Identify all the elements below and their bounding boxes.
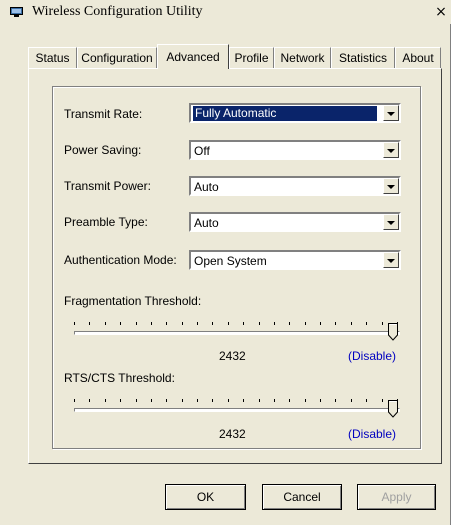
slider-tick [228, 399, 229, 402]
apply-button[interactable]: Apply [357, 484, 436, 510]
slider-tick [212, 399, 213, 402]
power-saving-value: Off [194, 144, 210, 158]
slider-tick [289, 399, 290, 402]
slider-tick [305, 399, 306, 402]
tab-configuration[interactable]: Configuration [77, 47, 157, 68]
tab-about[interactable]: About [395, 47, 441, 68]
rts-cts-slider-thumb[interactable] [388, 400, 398, 418]
rts-cts-slider-ticks [74, 399, 398, 403]
slider-tick [243, 399, 244, 402]
title-bar: Wireless Configuration Utility × [0, 0, 451, 24]
slider-tick [320, 399, 321, 402]
triangle-down-icon [387, 185, 395, 189]
tab-network[interactable]: Network [274, 47, 331, 68]
tab-statistics[interactable]: Statistics [331, 47, 395, 68]
transmit-power-value: Auto [194, 180, 219, 194]
rts-cts-threshold-value: 2432 [219, 427, 246, 441]
fragmentation-threshold-value: 2432 [219, 349, 246, 363]
slider-tick [259, 399, 260, 402]
slider-tick [182, 322, 183, 325]
slider-tick [351, 399, 352, 402]
slider-tick [89, 322, 90, 325]
transmit-power-label: Transmit Power: [64, 179, 151, 193]
preamble-type-value: Auto [194, 216, 219, 230]
slider-tick [120, 322, 121, 325]
slider-tick [366, 399, 367, 402]
slider-tick [335, 322, 336, 325]
slider-tick [89, 399, 90, 402]
slider-tick [136, 399, 137, 402]
slider-tick [136, 322, 137, 325]
slider-tick [228, 322, 229, 325]
slider-tick [366, 322, 367, 325]
authentication-mode-select[interactable]: Open System [189, 250, 401, 270]
slider-tick [151, 322, 152, 325]
triangle-down-icon [387, 149, 395, 153]
slider-tick [197, 322, 198, 325]
fragmentation-threshold-label: Fragmentation Threshold: [64, 294, 202, 308]
slider-tick [351, 322, 352, 325]
slider-tick [105, 399, 106, 402]
triangle-down-icon [387, 221, 395, 225]
slider-tick [212, 322, 213, 325]
network-adapter-icon [10, 7, 23, 17]
fragmentation-slider-thumb[interactable] [388, 323, 398, 341]
transmit-rate-dropdown-button[interactable] [383, 105, 399, 121]
fragmentation-slider-ticks [74, 322, 398, 326]
slider-tick [382, 322, 383, 325]
transmit-rate-value: Fully Automatic [193, 106, 377, 121]
slider-tick [166, 322, 167, 325]
rts-cts-threshold-label: RTS/CTS Threshold: [64, 371, 175, 385]
rts-cts-disable-link[interactable]: (Disable) [348, 427, 396, 441]
slider-tick [74, 399, 75, 402]
slider-tick [120, 399, 121, 402]
authentication-mode-value: Open System [194, 254, 267, 268]
close-button[interactable]: × [432, 3, 450, 21]
slider-tick [105, 322, 106, 325]
rts-cts-slider-track[interactable] [74, 408, 400, 412]
tab-status[interactable]: Status [28, 47, 77, 68]
slider-tick [166, 399, 167, 402]
fragmentation-disable-link[interactable]: (Disable) [348, 349, 396, 363]
slider-tick [274, 322, 275, 325]
triangle-down-icon [387, 259, 395, 263]
slider-tick [197, 399, 198, 402]
power-saving-dropdown-button[interactable] [383, 142, 399, 158]
slider-tick [289, 322, 290, 325]
triangle-down-icon [387, 112, 395, 116]
preamble-type-dropdown-button[interactable] [383, 214, 399, 230]
preamble-type-select[interactable]: Auto [189, 212, 401, 232]
slider-tick [182, 399, 183, 402]
fragmentation-slider-track[interactable] [74, 331, 400, 335]
authentication-mode-dropdown-button[interactable] [383, 252, 399, 268]
tab-profile[interactable]: Profile [229, 47, 274, 68]
transmit-rate-select[interactable]: Fully Automatic [189, 103, 401, 123]
slider-tick [320, 322, 321, 325]
power-saving-label: Power Saving: [64, 143, 142, 157]
slider-tick [259, 322, 260, 325]
transmit-power-dropdown-button[interactable] [383, 178, 399, 194]
authentication-mode-label: Authentication Mode: [64, 253, 177, 267]
transmit-power-select[interactable]: Auto [189, 176, 401, 196]
slider-tick [74, 322, 75, 325]
ok-button[interactable]: OK [165, 484, 246, 510]
slider-tick [151, 399, 152, 402]
cancel-button[interactable]: Cancel [262, 484, 342, 510]
tab-advanced[interactable]: Advanced [157, 44, 229, 69]
slider-tick [382, 399, 383, 402]
window-title: Wireless Configuration Utility [32, 4, 203, 19]
transmit-rate-label: Transmit Rate: [64, 107, 143, 121]
app-window: Wireless Configuration Utility × Status … [0, 0, 451, 525]
power-saving-select[interactable]: Off [189, 140, 401, 160]
slider-tick [305, 322, 306, 325]
slider-tick [274, 399, 275, 402]
preamble-type-label: Preamble Type: [64, 215, 148, 229]
slider-tick [243, 322, 244, 325]
slider-tick [335, 399, 336, 402]
